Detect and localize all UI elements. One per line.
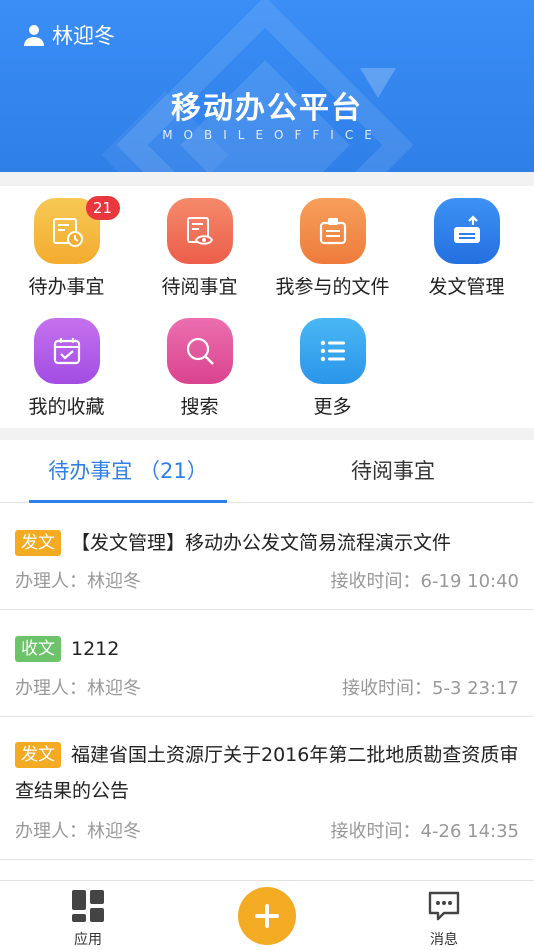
list-tabs: 待办事宜 （21） 待阅事宜 (0, 440, 534, 503)
tab-to-read[interactable]: 待阅事宜 (294, 440, 492, 503)
item-title: 发文 福建省国土资源厅关于2016年第二批地质勘查资质审查结果的公告 (15, 737, 522, 809)
quick-action-label: 我参与的文件 (275, 276, 390, 298)
add-button[interactable] (238, 887, 296, 945)
quick-action-more[interactable]: 更多 (266, 306, 399, 426)
tab-label: 待办事宜 (48, 459, 133, 483)
quick-action-label: 发文管理 (428, 276, 505, 298)
time-value: 4-26 14:35 (420, 821, 519, 842)
quick-action-favorites[interactable]: 我的收藏 (0, 306, 133, 426)
received-time: 接收时间：6-19 10:40 (331, 567, 519, 593)
handler-label: 办理人： (15, 678, 87, 699)
app-subtitle: MOBILEOFFICE (162, 128, 383, 142)
list-item[interactable]: 发文 福建省国土资源厅关于2016年第二批地质勘查资质审查结果的公告 办理人：林迎… (0, 717, 534, 860)
active-tab-indicator (29, 500, 227, 503)
tab-todo[interactable]: 待办事宜 （21） (29, 440, 227, 503)
quick-action-outgoing[interactable]: 发文管理 (400, 186, 533, 306)
item-meta: 办理人：林迎冬 接收时间：4-26 14:35 (15, 817, 519, 843)
time-label: 接收时间： (330, 821, 421, 842)
item-title: 收文 1212 (15, 631, 522, 667)
list-item[interactable]: 收文 1212 办理人：林迎冬 接收时间：5-3 23:17 (0, 610, 534, 717)
time-label: 接收时间： (330, 571, 421, 592)
quick-action-label: 更多 (313, 396, 352, 418)
user-profile[interactable]: 林迎冬 (22, 20, 115, 50)
quick-action-label: 我的收藏 (28, 396, 105, 418)
item-title: 发文 【发文管理】移动办公发文简易流程演示文件 (15, 525, 522, 561)
quick-action-todo[interactable]: 21 待办事宜 (0, 186, 133, 306)
item-title-text: 1212 (71, 638, 120, 660)
list-more-icon (299, 318, 366, 384)
received-time: 接收时间：4-26 14:35 (331, 817, 519, 843)
item-title-text: 【发文管理】移动办公发文简易流程演示文件 (71, 532, 452, 554)
quick-action-grid: 21 待办事宜 待阅事宜 我参与的文件 发文管理 我的收藏 搜索 更多 (0, 186, 534, 426)
outgoing-doc-icon (433, 198, 500, 264)
nav-messages[interactable]: 消息 (404, 889, 484, 949)
doc-type-tag: 发文 (15, 530, 61, 556)
time-label: 接收时间： (342, 678, 432, 699)
quick-action-label: 待阅事宜 (161, 276, 238, 298)
todo-count-badge: 21 (85, 196, 120, 220)
received-time: 接收时间：5-3 23:17 (342, 674, 519, 700)
user-icon (24, 25, 44, 46)
todo-clock-icon: 21 (33, 196, 120, 264)
tab-label: 待阅事宜 (351, 459, 435, 483)
read-eye-icon (166, 198, 233, 264)
list-item[interactable]: 发文 【发文管理】移动办公发文简易流程演示文件 办理人：林迎冬 接收时间：6-19… (0, 504, 534, 610)
app-title: 移动办公平台 (171, 91, 363, 126)
handler-label: 办理人： (15, 821, 87, 842)
header-banner: 林迎冬 移动办公平台 MOBILEOFFICE (0, 0, 534, 172)
calendar-check-icon (33, 318, 100, 384)
nav-messages-label: 消息 (430, 932, 458, 948)
time-value: 5-3 23:17 (432, 678, 519, 699)
doc-type-tag: 发文 (15, 742, 61, 768)
tab-count: （21） (138, 459, 208, 483)
quick-action-label: 搜索 (180, 396, 219, 418)
doc-type-tag: 收文 (15, 636, 61, 662)
plus-icon (255, 904, 279, 928)
section-divider (0, 172, 534, 186)
quick-action-search[interactable]: 搜索 (133, 306, 266, 426)
user-name: 林迎冬 (52, 24, 115, 48)
quick-action-label: 待办事宜 (28, 276, 105, 298)
handler-name: 林迎冬 (87, 821, 141, 842)
participated-file-icon (299, 198, 366, 264)
item-meta: 办理人：林迎冬 接收时间：5-3 23:17 (15, 674, 519, 700)
item-meta: 办理人：林迎冬 接收时间：6-19 10:40 (15, 567, 519, 593)
apps-grid-icon (72, 890, 104, 922)
quick-action-participated[interactable]: 我参与的文件 (266, 186, 399, 306)
quick-action-to-read[interactable]: 待阅事宜 (133, 186, 266, 306)
handler-label: 办理人： (15, 571, 87, 592)
item-title-text: 福建省国土资源厅关于2016年第二批地质勘查资质审查结果的公告 (15, 744, 519, 802)
nav-apps-label: 应用 (74, 932, 102, 948)
bottom-nav-bar: 应用 消息 (0, 880, 534, 950)
nav-apps[interactable]: 应用 (48, 889, 128, 949)
message-bubble-icon (428, 891, 460, 921)
search-icon (166, 318, 233, 384)
time-value: 6-19 10:40 (420, 571, 519, 592)
handler-name: 林迎冬 (87, 571, 141, 592)
section-divider (0, 428, 534, 440)
handler-name: 林迎冬 (87, 678, 141, 699)
